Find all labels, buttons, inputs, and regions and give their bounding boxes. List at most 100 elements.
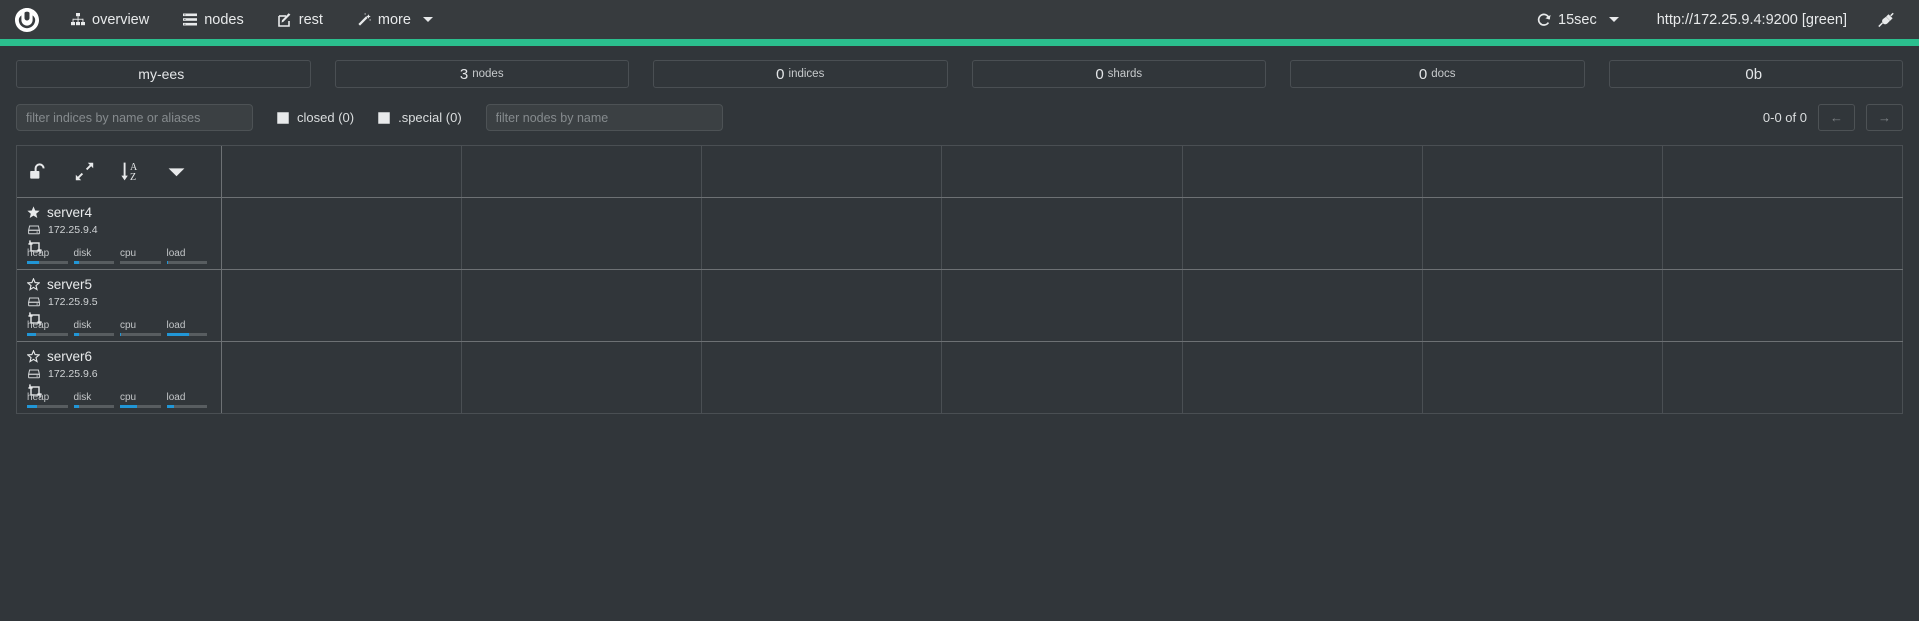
metric-label: load xyxy=(166,248,186,259)
indices-filter-input[interactable] xyxy=(16,104,253,131)
grid-cell xyxy=(462,198,703,269)
node-title: server6 xyxy=(27,349,211,364)
metric-track xyxy=(73,261,114,264)
refresh-icon xyxy=(1537,13,1551,27)
nav-item-more[interactable]: more xyxy=(340,0,450,39)
metric-track xyxy=(120,261,161,264)
caret-down-icon[interactable] xyxy=(168,167,185,177)
nodes-filter-input[interactable] xyxy=(485,104,723,131)
metric-track xyxy=(120,405,161,408)
metric-fill xyxy=(120,405,137,408)
metric-heap: heap xyxy=(27,392,74,408)
metric-heap: heap xyxy=(27,248,74,264)
cerebro-logo-icon[interactable] xyxy=(10,3,44,37)
metric-track xyxy=(27,261,68,264)
nav-item-nodes[interactable]: nodes xyxy=(166,0,261,39)
grid-cell xyxy=(1663,198,1903,269)
node-ip: 172.25.9.5 xyxy=(48,296,98,308)
node-metrics: heap disk cpu load xyxy=(27,392,213,408)
metric-track xyxy=(166,405,207,408)
node-card: server5 172.25.9.5 heap disk cpu load xyxy=(17,270,221,341)
grid-cell xyxy=(702,342,943,413)
node-cell-server5[interactable]: server5 172.25.9.5 heap disk cpu load xyxy=(17,270,222,341)
node-title: server5 xyxy=(27,277,211,292)
grid-cell xyxy=(942,270,1183,341)
node-card: server6 172.25.9.6 heap disk cpu load xyxy=(17,342,221,413)
metric-label: heap xyxy=(27,248,50,259)
metric-label: cpu xyxy=(120,248,137,259)
cluster-stats-row: my-ees 3 nodes 0 indices 0 shards 0 docs… xyxy=(0,46,1919,88)
node-cell-server6[interactable]: server6 172.25.9.6 heap disk cpu load xyxy=(17,342,222,413)
node-cell-server4[interactable]: server4 172.25.9.4 heap disk cpu load xyxy=(17,198,222,269)
grid-cell xyxy=(942,198,1183,269)
metric-fill xyxy=(27,261,40,264)
navbar-right: 15sec http://172.25.9.4:9200 [green] xyxy=(1521,0,1905,39)
unlock-icon[interactable] xyxy=(29,162,49,181)
grid-cell xyxy=(942,342,1183,413)
refresh-interval-selector[interactable]: 15sec xyxy=(1521,0,1635,39)
node-ip: 172.25.9.6 xyxy=(48,368,98,380)
cluster-url-label[interactable]: http://172.25.9.4:9200 [green] xyxy=(1635,12,1869,28)
refresh-interval-label: 15sec xyxy=(1558,11,1597,28)
stat-card-indices: 0 indices xyxy=(653,60,948,88)
metric-label: cpu xyxy=(120,392,137,403)
cluster-grid: A Z server4 172.25.9.4 heap disk cpu loa… xyxy=(16,145,1903,414)
stat-value: 0b xyxy=(1745,65,1763,83)
metric-cpu: cpu xyxy=(120,248,167,264)
index-column-header xyxy=(1663,146,1903,197)
node-ip-row: 172.25.9.6 xyxy=(27,368,211,380)
metric-track xyxy=(73,405,114,408)
plug-icon[interactable] xyxy=(1869,12,1905,28)
top-navbar: overview nodes rest more 15sec http://17… xyxy=(0,0,1919,39)
nav-item-rest[interactable]: rest xyxy=(261,0,340,39)
stat-card-cluster-name: my-ees xyxy=(16,60,311,88)
index-column-header xyxy=(702,146,943,197)
server-list-icon xyxy=(183,13,198,26)
node-ip-row: 172.25.9.4 xyxy=(27,224,211,236)
previous-page-button[interactable]: ← xyxy=(1818,104,1855,131)
hdd-icon xyxy=(28,225,40,235)
pagination: 0-0 of 0 ← → xyxy=(1763,104,1903,131)
grid-cell xyxy=(222,342,463,413)
metric-disk: disk xyxy=(73,392,121,408)
grid-header-row: A Z xyxy=(17,146,1903,198)
stat-label: shards xyxy=(1107,68,1143,80)
grid-cell xyxy=(1183,198,1423,269)
node-name: server4 xyxy=(47,205,93,220)
star-outline-icon xyxy=(27,350,40,363)
metric-label: heap xyxy=(27,320,50,331)
node-name: server5 xyxy=(47,277,93,292)
closed-indices-checkbox[interactable]: closed (0) xyxy=(277,110,354,125)
grid-cell xyxy=(702,270,943,341)
nav-item-overview[interactable]: overview xyxy=(54,0,166,39)
node-row: server4 172.25.9.4 heap disk cpu load xyxy=(17,198,1903,270)
metric-track xyxy=(166,261,207,264)
metric-track xyxy=(166,333,207,336)
chevron-down-icon xyxy=(1608,17,1619,22)
metric-fill xyxy=(73,405,80,408)
next-page-button[interactable]: → xyxy=(1866,104,1903,131)
grid-cell xyxy=(1663,342,1903,413)
sort-alpha-asc-icon[interactable]: A Z xyxy=(120,161,142,182)
stat-label: nodes xyxy=(472,68,504,80)
stat-value: 0 xyxy=(1095,65,1104,83)
node-card: server4 172.25.9.4 heap disk cpu load xyxy=(17,198,221,269)
metric-label: disk xyxy=(73,392,92,403)
node-name: server6 xyxy=(47,349,93,364)
stat-label: indices xyxy=(788,68,825,80)
metric-label: heap xyxy=(27,392,50,403)
stat-value: my-ees xyxy=(138,66,185,82)
stat-card-shards: 0 shards xyxy=(971,60,1266,88)
special-indices-checkbox[interactable]: .special (0) xyxy=(378,110,462,125)
metric-label: load xyxy=(166,392,186,403)
metric-fill xyxy=(120,333,122,336)
grid-cell xyxy=(222,270,463,341)
index-column-header xyxy=(222,146,463,197)
special-indices-label: .special (0) xyxy=(398,110,462,125)
index-column-header xyxy=(1183,146,1423,197)
expand-arrows-icon[interactable] xyxy=(75,162,94,181)
metric-fill xyxy=(73,333,80,336)
metric-track xyxy=(27,405,68,408)
metric-fill xyxy=(166,405,174,408)
metric-label: cpu xyxy=(120,320,137,331)
